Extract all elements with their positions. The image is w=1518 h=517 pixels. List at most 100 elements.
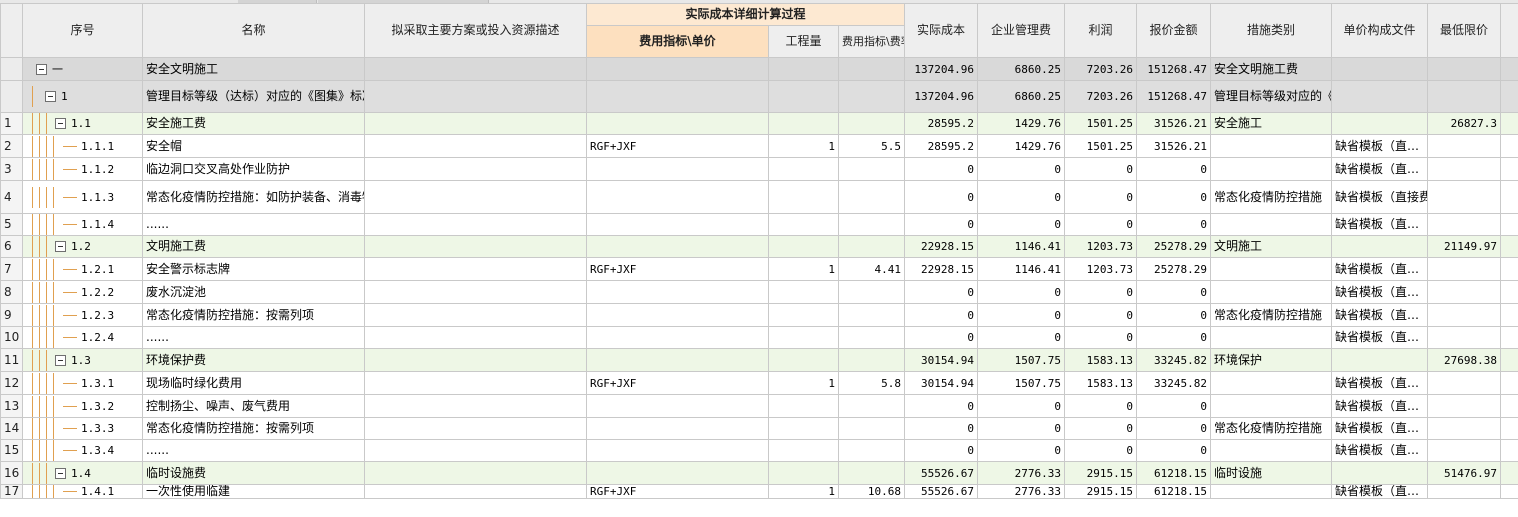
rate-value[interactable] (837, 235, 906, 258)
profit-value[interactable]: 2915.15 (1064, 484, 1138, 499)
row-index[interactable]: 3 (0, 157, 23, 181)
table-row[interactable]: 9 1.2.3 常态化疫情防控措施：按需列项 0 0 0 0 常态化疫情防控措施 缺省模板（直… (0, 303, 1518, 327)
measure-category[interactable]: 常态化疫情防控措施 (1210, 303, 1333, 327)
measure-category[interactable] (1210, 394, 1333, 418)
plan-description[interactable] (364, 257, 587, 281)
quantity-value[interactable] (768, 439, 839, 462)
header-group-cost-detail[interactable]: 实际成本详细计算过程 (585, 3, 906, 26)
actual-cost-value[interactable]: 137204.96 (904, 57, 979, 81)
row-index[interactable]: 11 (0, 348, 23, 372)
item-name[interactable]: 环境保护费 (142, 348, 365, 372)
unit-price-doc[interactable]: 缺省模板（直… (1331, 394, 1429, 418)
min-price-value[interactable] (1427, 326, 1502, 349)
measure-category[interactable] (1210, 257, 1333, 281)
profit-value[interactable]: 0 (1064, 326, 1138, 349)
collapse-toggle-icon[interactable] (55, 467, 66, 479)
measure-category[interactable]: 安全文明施工费 (1210, 57, 1333, 81)
unit-price-doc[interactable]: 缺省模板（直… (1331, 213, 1429, 236)
tree-cell[interactable]: 1.2 (22, 235, 143, 258)
plan-description[interactable] (364, 213, 587, 236)
quote-value[interactable]: 0 (1136, 417, 1212, 440)
quote-value[interactable]: 151268.47 (1136, 57, 1212, 81)
quote-value[interactable]: 0 (1136, 157, 1212, 181)
fee-indicator[interactable] (586, 326, 769, 349)
measure-category[interactable] (1210, 213, 1333, 236)
actual-cost-value[interactable]: 0 (904, 303, 979, 327)
min-price-value[interactable] (1427, 134, 1502, 158)
actual-cost-value[interactable]: 55526.67 (904, 461, 979, 485)
row-index[interactable]: 4 (0, 180, 23, 214)
table-row[interactable]: 16 1.4 临时设施费 55526.67 2776.33 2915.15 61218.15… (0, 461, 1518, 485)
corner-header[interactable] (0, 3, 23, 58)
min-price-value[interactable] (1427, 394, 1502, 418)
rate-value[interactable]: 5.5 (837, 134, 906, 158)
plan-description[interactable] (364, 180, 587, 214)
mgmt-fee-value[interactable]: 0 (977, 417, 1066, 440)
fee-indicator[interactable] (586, 439, 769, 462)
actual-cost-value[interactable]: 30154.94 (904, 371, 979, 395)
header-quote[interactable]: 报价金额 (1136, 3, 1212, 58)
plan-description[interactable] (364, 394, 587, 418)
profit-value[interactable]: 2915.15 (1064, 461, 1138, 485)
unit-price-doc[interactable]: 缺省模板（直… (1331, 417, 1429, 440)
fee-indicator[interactable] (586, 461, 769, 485)
actual-cost-value[interactable]: 55526.67 (904, 484, 979, 499)
min-price-value[interactable] (1427, 257, 1502, 281)
min-price-value[interactable] (1427, 484, 1502, 499)
min-price-value[interactable] (1427, 157, 1502, 181)
plan-description[interactable] (364, 326, 587, 349)
mgmt-fee-value[interactable]: 2776.33 (977, 484, 1066, 499)
table-row[interactable]: 1 1.1 安全施工费 28595.2 1429.76 1501.25 31526.21 安全… (0, 112, 1518, 135)
unit-price-doc[interactable]: 缺省模板（直… (1331, 326, 1429, 349)
tree-cell[interactable]: 1.3 (22, 348, 143, 372)
tree-cell[interactable]: 1 (22, 80, 143, 113)
measure-category[interactable]: 常态化疫情防控措施 (1210, 180, 1333, 214)
table-row[interactable]: 15 1.3.4...... 0 0 0 0 缺省模板（直… (0, 439, 1518, 462)
plan-description[interactable] (364, 439, 587, 462)
tree-cell[interactable]: 1.2.4 (22, 326, 143, 349)
quote-value[interactable]: 25278.29 (1136, 235, 1212, 258)
row-index[interactable] (0, 80, 23, 113)
mgmt-fee-value[interactable]: 0 (977, 439, 1066, 462)
header-category[interactable]: 措施类别 (1210, 3, 1333, 58)
quantity-value[interactable]: 1 (768, 371, 839, 395)
row-index[interactable]: 2 (0, 134, 23, 158)
item-name[interactable]: 现场临时绿化费用 (142, 371, 365, 395)
unit-price-doc[interactable] (1331, 348, 1429, 372)
rate-value[interactable]: 4.41 (837, 257, 906, 281)
min-price-value[interactable] (1427, 280, 1502, 304)
item-name[interactable]: 常态化疫情防控措施：如防护装备、消毒物资... (142, 180, 365, 214)
unit-price-doc[interactable] (1331, 57, 1429, 81)
measure-category[interactable]: 环境保护 (1210, 348, 1333, 372)
quote-value[interactable]: 25278.29 (1136, 257, 1212, 281)
item-name[interactable]: 常态化疫情防控措施：按需列项 (142, 417, 365, 440)
header-mgmt-fee[interactable]: 企业管理费 (977, 3, 1066, 58)
quote-value[interactable]: 0 (1136, 303, 1212, 327)
row-index[interactable]: 13 (0, 394, 23, 418)
tree-cell[interactable]: 1.1.2 (22, 157, 143, 181)
profit-value[interactable]: 0 (1064, 394, 1138, 418)
min-price-value[interactable] (1427, 303, 1502, 327)
unit-price-doc[interactable]: 缺省模板（直… (1331, 157, 1429, 181)
tree-cell[interactable]: 一 (22, 57, 143, 81)
measure-category[interactable] (1210, 157, 1333, 181)
plan-description[interactable] (364, 484, 587, 499)
actual-cost-value[interactable]: 22928.15 (904, 257, 979, 281)
fee-indicator[interactable] (586, 348, 769, 372)
min-price-value[interactable] (1427, 213, 1502, 236)
quantity-value[interactable] (768, 235, 839, 258)
row-index[interactable]: 7 (0, 257, 23, 281)
profit-value[interactable]: 1501.25 (1064, 134, 1138, 158)
rate-value[interactable] (837, 417, 906, 440)
tree-cell[interactable]: 1.1.1 (22, 134, 143, 158)
rate-value[interactable] (837, 57, 906, 81)
table-row[interactable]: 12 1.3.1 现场临时绿化费用 RGF+JXF 1 5.8 30154.94 1507.7… (0, 371, 1518, 395)
fee-indicator[interactable] (586, 80, 769, 113)
quantity-value[interactable] (768, 417, 839, 440)
tree-cell[interactable]: 1.3.2 (22, 394, 143, 418)
row-index[interactable]: 12 (0, 371, 23, 395)
actual-cost-value[interactable]: 0 (904, 417, 979, 440)
actual-cost-value[interactable]: 28595.2 (904, 134, 979, 158)
profit-value[interactable]: 0 (1064, 303, 1138, 327)
measure-category[interactable] (1210, 484, 1333, 499)
